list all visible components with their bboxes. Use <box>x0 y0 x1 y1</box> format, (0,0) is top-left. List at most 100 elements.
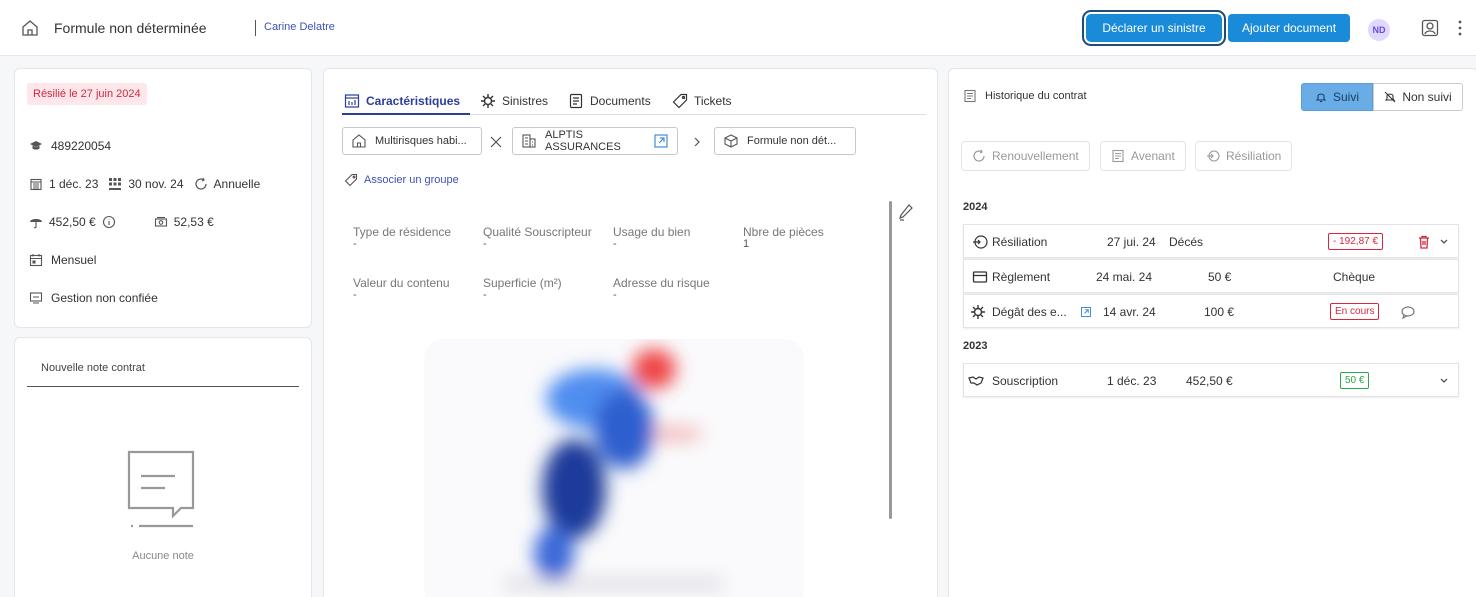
insurer-chip[interactable]: ALPTIS ASSURANCES <box>512 127 678 155</box>
virus-icon <box>481 94 495 108</box>
tab-sinistres[interactable]: Sinistres <box>480 87 548 115</box>
amount-badge: 50 € <box>1340 372 1370 389</box>
row-method: Chèque <box>1333 270 1376 284</box>
payment-frequency: Mensuel <box>51 253 97 267</box>
edit-pencil-icon[interactable] <box>898 203 914 221</box>
user-icon[interactable] <box>1420 18 1440 38</box>
declare-claim-button[interactable]: Déclarer un sinistre <box>1082 10 1226 46</box>
status-badge: En cours <box>1330 303 1380 320</box>
contract-title: Formule non déterminée <box>54 20 207 36</box>
bell-off-icon <box>1384 91 1396 103</box>
field-label: Nbre de pièces <box>743 225 824 239</box>
calendar-start-icon <box>30 178 42 191</box>
tab-label: Documents <box>590 94 651 108</box>
amount-badge: - 192,87 € <box>1328 233 1384 250</box>
field-label: Usage du bien <box>613 225 691 239</box>
home-icon[interactable] <box>20 18 40 38</box>
credit-card-icon <box>972 271 988 283</box>
new-note-input[interactable]: Nouvelle note contrat <box>41 362 145 374</box>
termination-label: Résiliation <box>1226 149 1282 163</box>
end-date: 30 nov. 24 <box>128 177 184 191</box>
associate-group-label: Associer un groupe <box>364 174 459 186</box>
external-link-icon[interactable] <box>1080 306 1092 318</box>
insurer-name: ALPTIS ASSURANCES <box>545 129 621 153</box>
history-title: Historique du contrat <box>985 90 1087 102</box>
row-date: 24 mai. 24 <box>1096 270 1153 284</box>
field-label: Adresse du risque <box>613 276 710 290</box>
amendment-button[interactable]: Avenant <box>1100 141 1186 171</box>
premium-amount: 452,50 € <box>49 215 96 229</box>
building-icon <box>522 134 536 148</box>
comment-icon[interactable] <box>1400 304 1416 320</box>
note-input-underline <box>27 386 299 387</box>
field-value: - <box>483 238 487 250</box>
year-heading: 2023 <box>963 340 988 352</box>
client-name-link[interactable]: Carine Delatre <box>264 21 335 33</box>
tab-documents[interactable]: Documents <box>568 87 651 115</box>
tab-caracteristiques[interactable]: Caractéristiques <box>344 87 460 115</box>
follow-toggle[interactable]: Suivi <box>1301 83 1373 111</box>
kebab-menu-icon[interactable] <box>1456 18 1464 38</box>
premium-row: 452,50 € 52,53 € <box>29 215 214 229</box>
refresh-icon <box>973 149 985 162</box>
row-type: Règlement <box>992 270 1051 284</box>
field-label: Qualité Souscripteur <box>483 225 592 239</box>
renewal-button[interactable]: Renouvellement <box>961 141 1090 171</box>
chevron-down-icon[interactable] <box>1436 373 1452 389</box>
vertical-scrollbar[interactable] <box>889 201 892 519</box>
top-header: Formule non déterminée Carine Delatre Dé… <box>0 0 1476 56</box>
trash-icon[interactable] <box>1416 234 1432 250</box>
formula-chip[interactable]: Formule non dét... <box>714 127 856 155</box>
row-date: 27 jui. 24 <box>1107 235 1156 249</box>
renewal-label: Renouvellement <box>992 149 1079 163</box>
document-icon <box>569 93 583 109</box>
payment-frequency-row: Mensuel <box>29 253 96 267</box>
history-row[interactable]: Règlement 24 mai. 24 50 € Chèque <box>963 259 1459 293</box>
bell-icon <box>1315 93 1327 103</box>
field-nbre-pieces: Nbre de pièces 1 <box>743 225 824 250</box>
unfollow-toggle[interactable]: Non suivi <box>1373 83 1463 111</box>
history-row[interactable]: Souscription 1 déc. 23 452,50 € 50 € <box>963 363 1459 397</box>
year-heading: 2024 <box>963 201 988 213</box>
field-value: - <box>353 238 357 250</box>
follow-label: Suivi <box>1332 90 1359 104</box>
close-icon[interactable] <box>490 136 502 148</box>
empty-notes-text: Aucune note <box>132 550 194 562</box>
termination-icon <box>973 235 988 249</box>
field-label: Superficie (m²) <box>483 276 562 290</box>
field-value: 1 <box>743 238 750 250</box>
field-value: - <box>353 289 357 301</box>
field-value: - <box>483 289 487 301</box>
contract-summary-panel: Résilié le 27 juin 2024 489220054 1 déc.… <box>14 68 312 328</box>
tab-label: Tickets <box>694 94 732 108</box>
refresh-icon <box>194 177 207 190</box>
history-row[interactable]: Résiliation 27 jui. 24 Décés - 192,87 € <box>963 224 1459 258</box>
empty-note-icon <box>127 450 195 528</box>
history-row[interactable]: Dégât des e... 14 avr. 24 100 € En cours <box>963 294 1459 328</box>
avatar[interactable]: ND <box>1368 19 1390 41</box>
fees-amount: 52,53 € <box>173 215 214 229</box>
chevron-down-icon[interactable] <box>1436 234 1452 250</box>
banknote-icon <box>154 216 167 227</box>
field-valeur-contenu: Valeur du contenu - <box>353 276 450 301</box>
termination-button[interactable]: Résiliation <box>1195 141 1293 171</box>
row-amount: 452,50 € <box>1186 374 1233 388</box>
row-date: 14 avr. 24 <box>1103 305 1156 319</box>
field-type-residence: Type de résidence - <box>353 225 451 250</box>
amendment-icon <box>1112 149 1124 163</box>
graduation-cap-icon <box>30 141 42 150</box>
row-amount: 50 € <box>1208 270 1232 284</box>
table-settings-icon <box>344 94 360 108</box>
external-link-icon[interactable] <box>653 133 669 149</box>
info-icon[interactable] <box>102 215 116 229</box>
row-detail: Décés <box>1169 235 1204 249</box>
product-name: Multirisques habi... <box>375 135 467 147</box>
add-document-button[interactable]: Ajouter document <box>1228 14 1350 42</box>
field-qualite-souscripteur: Qualité Souscripteur - <box>483 225 592 250</box>
product-chip[interactable]: Multirisques habi... <box>342 127 482 155</box>
associate-group-link[interactable]: Associer un groupe <box>344 173 459 187</box>
row-type: Résiliation <box>992 235 1048 249</box>
chevron-right-icon <box>694 137 700 147</box>
virus-icon <box>971 305 985 319</box>
tab-tickets[interactable]: Tickets <box>672 87 732 115</box>
